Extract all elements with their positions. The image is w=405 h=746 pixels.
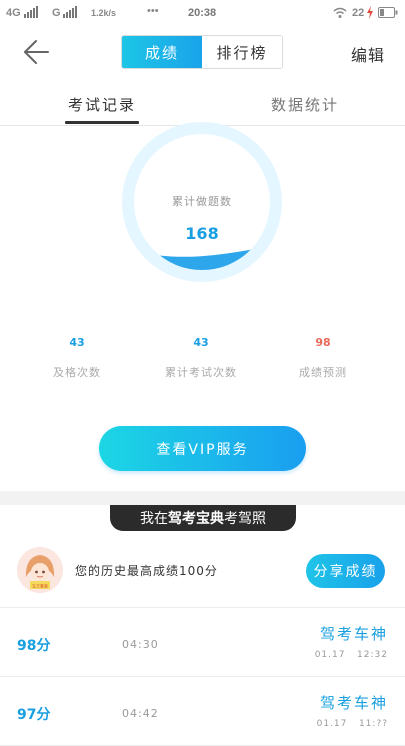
banner-pre: 我在 bbox=[140, 511, 168, 527]
best-score-text: 您的历史最高成绩100分 bbox=[75, 564, 218, 578]
status-bar: 4G G 1.2k/s ••• 20:38 22 bbox=[0, 0, 405, 26]
back-arrow-icon[interactable] bbox=[22, 38, 50, 66]
record-row[interactable]: 98分 04:30 驾考车神 01.17 12:32 bbox=[0, 609, 405, 677]
more-dots-icon: ••• bbox=[147, 5, 159, 17]
signal-icon bbox=[24, 6, 38, 18]
record-title: 驾考车神 bbox=[319, 625, 388, 643]
share-score-button[interactable]: 分享成绩 bbox=[306, 554, 385, 588]
mode-segmented-control: 成绩 排行榜 bbox=[121, 35, 283, 69]
banner-post: 考驾照 bbox=[224, 511, 266, 527]
stat-total-exams: 43 累计考试次数 bbox=[146, 336, 256, 380]
battery-icon bbox=[378, 7, 398, 18]
stat-value: 43 bbox=[193, 336, 209, 349]
record-date: 01.17 11:?? bbox=[316, 719, 388, 729]
stat-value: 98 bbox=[315, 336, 331, 349]
wifi-icon bbox=[333, 7, 347, 18]
record-duration: 04:42 bbox=[122, 707, 159, 720]
battery-level: 22 bbox=[352, 7, 365, 19]
tab-score[interactable]: 成绩 bbox=[122, 36, 202, 68]
stat-score-prediction: 98 成绩预测 bbox=[268, 336, 378, 380]
gauge-label: 累计做题数 bbox=[172, 195, 232, 208]
record-score: 98分 bbox=[17, 638, 51, 654]
charging-icon bbox=[367, 6, 373, 19]
avatar-badge: 车王套装 bbox=[32, 583, 48, 589]
edit-button[interactable]: 编辑 bbox=[351, 42, 385, 66]
stat-value: 43 bbox=[69, 336, 85, 349]
stat-label: 累计考试次数 bbox=[165, 366, 237, 379]
network-type-2: G bbox=[52, 7, 61, 19]
best-score-row: 车王套装 您的历史最高成绩100分 分享成绩 bbox=[0, 534, 405, 608]
record-date: 01.17 12:32 bbox=[314, 650, 388, 660]
active-tab-indicator bbox=[65, 121, 139, 124]
section-divider bbox=[0, 491, 405, 505]
banner-brand: 驾考宝典 bbox=[168, 511, 224, 527]
record-duration: 04:30 bbox=[122, 638, 159, 651]
tab-ranking[interactable]: 排行榜 bbox=[202, 36, 282, 68]
anime-avatar-icon: 车王套装 bbox=[17, 547, 63, 593]
record-score: 97分 bbox=[17, 707, 51, 723]
stat-label: 及格次数 bbox=[53, 366, 101, 379]
stat-pass-count: 43 及格次数 bbox=[22, 336, 132, 380]
net-speed: 1.2k/s bbox=[91, 8, 117, 18]
avatar[interactable]: 车王套装 bbox=[17, 547, 63, 593]
brand-banner: 我在 驾考宝典 考驾照 bbox=[110, 505, 296, 531]
clock: 20:38 bbox=[188, 7, 217, 19]
signal-icon-2 bbox=[63, 6, 77, 18]
record-row[interactable]: 97分 04:42 驾考车神 01.17 11:?? bbox=[0, 678, 405, 746]
sub-tab-bar: 考试记录 数据统计 bbox=[0, 80, 405, 126]
network-type-1: 4G bbox=[6, 7, 21, 19]
vip-service-button[interactable]: 查看VIP服务 bbox=[99, 426, 306, 471]
tab-data-stats[interactable]: 数据统计 bbox=[271, 94, 339, 115]
record-title: 驾考车神 bbox=[319, 694, 388, 712]
gauge-value: 168 bbox=[185, 224, 219, 243]
stat-label: 成绩预测 bbox=[299, 366, 347, 379]
tab-exam-records[interactable]: 考试记录 bbox=[68, 94, 136, 115]
